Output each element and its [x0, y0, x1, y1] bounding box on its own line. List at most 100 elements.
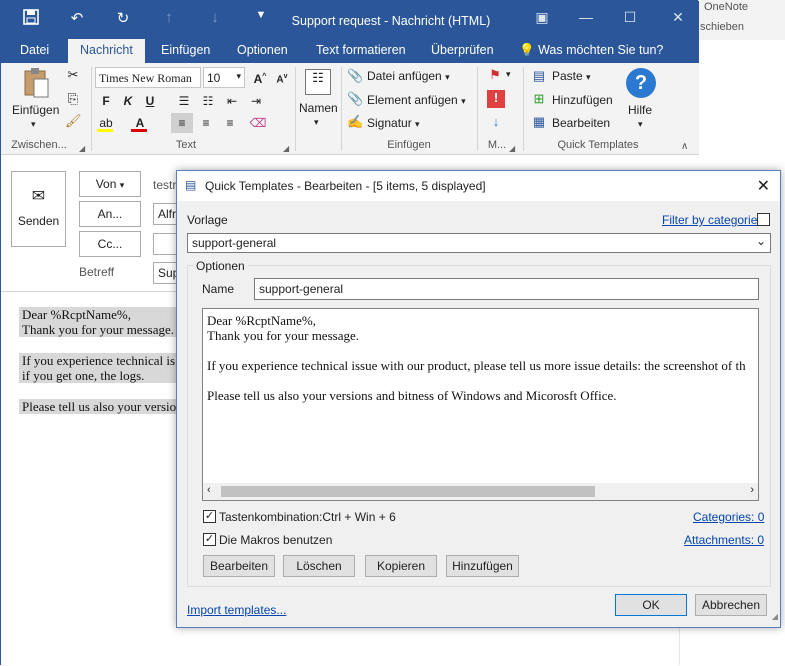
increase-indent-icon[interactable]: ⇥: [245, 91, 267, 111]
add-button[interactable]: Hinzufügen: [446, 555, 519, 577]
redo-icon[interactable]: ↻: [111, 9, 135, 27]
grow-font-icon[interactable]: A^: [249, 67, 271, 87]
paste-icon[interactable]: [21, 67, 51, 99]
scroll-left-icon[interactable]: ‹: [207, 484, 211, 496]
delete-button[interactable]: Löschen: [283, 555, 355, 577]
tell-me[interactable]: 💡 Was möchten Sie tun?: [519, 43, 663, 58]
up-arrow-icon[interactable]: ↑: [157, 9, 181, 26]
tab-nachricht[interactable]: Nachricht: [68, 39, 145, 63]
tab-einfuegen[interactable]: Einfügen: [161, 43, 210, 57]
address-book-icon[interactable]: ☷: [305, 69, 331, 95]
template-select-value: support-general: [192, 236, 277, 250]
align-left-icon[interactable]: ≡: [171, 113, 193, 133]
chevron-down-icon: ▾: [461, 96, 466, 106]
scrollbar-thumb[interactable]: [221, 486, 595, 497]
high-importance-icon[interactable]: !: [487, 90, 505, 108]
minimize-icon[interactable]: —: [571, 9, 601, 25]
names-label[interactable]: Namen: [299, 101, 338, 115]
flag-dropdown-icon[interactable]: ▾: [506, 69, 511, 80]
qt-edit-icon: ▦: [532, 114, 546, 129]
group-clipboard: Zwischen...: [11, 139, 67, 151]
template-select[interactable]: support-general ⌄: [187, 233, 771, 253]
font-name-field[interactable]: Times New Roman: [95, 67, 201, 88]
onenote-label[interactable]: OneNote: [704, 1, 748, 13]
decrease-indent-icon[interactable]: ⇤: [221, 91, 243, 111]
tab-datei[interactable]: Datei: [20, 43, 49, 57]
cc-button[interactable]: Cc...: [79, 231, 141, 257]
clear-formatting-icon[interactable]: ⌫: [247, 113, 269, 133]
qt-paste-button[interactable]: Paste ▾: [552, 69, 591, 83]
close-icon[interactable]: ✕: [757, 176, 770, 196]
ribbon-display-icon[interactable]: ▣: [527, 9, 557, 26]
send-button[interactable]: ✉ Senden: [11, 171, 66, 247]
filter-checkbox[interactable]: [757, 213, 770, 226]
names-dropdown-icon[interactable]: ▾: [314, 117, 319, 128]
lightbulb-icon: 💡: [519, 43, 535, 57]
help-dropdown-icon[interactable]: ▾: [638, 119, 643, 130]
macros-checkbox[interactable]: ✓: [203, 533, 216, 546]
resize-grip-icon[interactable]: ◢: [772, 609, 778, 625]
ok-button[interactable]: OK: [615, 594, 687, 616]
save-icon[interactable]: [19, 9, 43, 29]
highlight-icon[interactable]: ab: [95, 113, 117, 133]
verschieben-label[interactable]: schieben: [700, 21, 744, 33]
close-icon[interactable]: ✕: [663, 9, 693, 26]
down-arrow-icon[interactable]: ↓: [203, 9, 227, 26]
undo-icon[interactable]: ↶: [65, 9, 89, 27]
paste-label[interactable]: Einfügen: [12, 103, 59, 117]
collapse-ribbon-icon[interactable]: ∧: [681, 139, 688, 155]
qt-add-button[interactable]: Hinzufügen: [552, 93, 613, 107]
cut-icon[interactable]: ✂: [65, 67, 81, 83]
to-button[interactable]: An...: [79, 201, 141, 227]
filter-by-categories-link[interactable]: Filter by categories: [662, 213, 763, 227]
bullet-list-icon[interactable]: ☰: [173, 91, 195, 111]
template-editor[interactable]: Dear %RcptName%, Thank you for your mess…: [202, 308, 759, 501]
maximize-icon[interactable]: ☐: [615, 9, 645, 26]
checkmark-icon: ✓: [204, 533, 215, 545]
format-painter-icon[interactable]: 🖌: [65, 113, 82, 129]
message-body[interactable]: Dear %RcptName%, Thank you for your mess…: [19, 307, 189, 414]
tab-text-formatieren[interactable]: Text formatieren: [316, 43, 406, 57]
help-icon[interactable]: ?: [626, 68, 656, 98]
chevron-down-icon: ▾: [586, 72, 591, 82]
editor-line: If you experience technical issue with o…: [207, 358, 746, 373]
edit-button[interactable]: Bearbeiten: [203, 555, 275, 577]
align-right-icon[interactable]: ≡: [219, 113, 241, 133]
name-field[interactable]: support-general: [254, 278, 759, 300]
categories-link[interactable]: Categories: 0: [693, 510, 764, 524]
body-line: Dear %RcptName%,: [19, 307, 189, 322]
paste-dropdown-icon[interactable]: ▾: [31, 119, 36, 130]
follow-up-flag-icon[interactable]: ⚑: [487, 67, 503, 83]
dialog-title: Quick Templates - Bearbeiten - [5 items,…: [205, 179, 486, 193]
italic-button[interactable]: K: [117, 91, 139, 111]
attachments-link[interactable]: Attachments: 0: [684, 533, 764, 547]
signature-button[interactable]: Signatur ▾: [367, 116, 420, 130]
copy-button[interactable]: Kopieren: [365, 555, 437, 577]
bold-button[interactable]: F: [95, 91, 117, 111]
qt-edit-button[interactable]: Bearbeiten: [552, 116, 610, 130]
cancel-button[interactable]: Abbrechen: [695, 594, 767, 616]
body-line: if you get one, the logs.: [19, 368, 189, 383]
shortcut-checkbox[interactable]: ✓: [203, 510, 216, 523]
tab-ueberpruefen[interactable]: Überprüfen: [431, 43, 494, 57]
horizontal-scrollbar[interactable]: ‹ ›: [203, 483, 758, 500]
import-templates-link[interactable]: Import templates...: [187, 603, 286, 617]
tab-optionen[interactable]: Optionen: [237, 43, 288, 57]
underline-button[interactable]: U: [139, 91, 161, 111]
from-label: Von: [95, 177, 117, 191]
align-center-icon[interactable]: ≡: [195, 113, 217, 133]
shrink-font-icon[interactable]: Av: [271, 67, 293, 87]
attach-file-button[interactable]: Datei anfügen ▾: [367, 69, 450, 83]
attach-item-button[interactable]: Element anfügen ▾: [367, 93, 466, 107]
copy-icon[interactable]: ⎘: [65, 91, 81, 107]
template-label: Vorlage: [187, 213, 228, 227]
numbered-list-icon[interactable]: ☷: [197, 91, 219, 111]
font-size-value: 10: [207, 71, 221, 85]
font-size-field[interactable]: 10 ▾: [203, 67, 245, 88]
low-importance-icon[interactable]: ↓: [487, 114, 505, 130]
scroll-right-icon[interactable]: ›: [750, 484, 754, 496]
help-label[interactable]: Hilfe: [628, 103, 652, 117]
from-button[interactable]: Von ▾: [79, 171, 141, 197]
font-color-icon[interactable]: A: [129, 113, 151, 133]
